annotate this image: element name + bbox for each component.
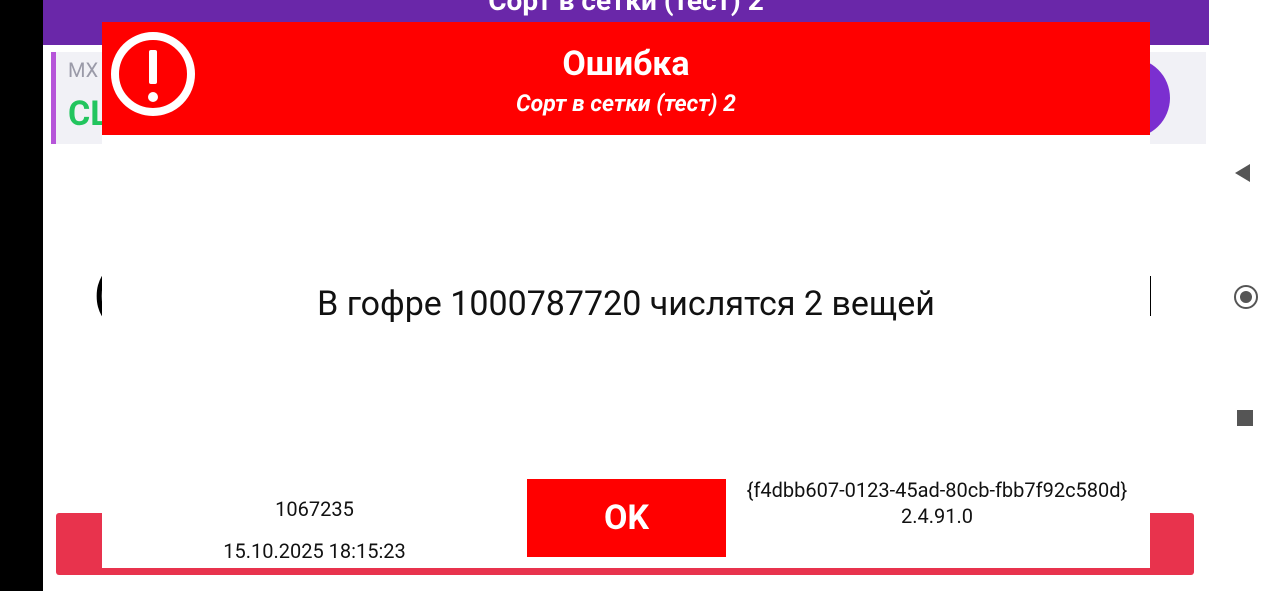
footer-user-id: 1067235: [275, 497, 354, 521]
dialog-subtitle: Сорт в сетки (тест) 2: [516, 90, 736, 117]
home-circle-icon[interactable]: [1234, 285, 1258, 309]
footer-right-info: {f4dbb607-0123-45ad-80cb-fbb7f92c580d} 2…: [742, 478, 1132, 528]
footer-datetime: 15.10.2025 18:15:23: [223, 539, 406, 563]
system-nav-bar: [1209, 0, 1280, 591]
dialog-header: Ошибка Сорт в сетки (тест) 2: [102, 22, 1150, 135]
footer-version: 2.4.91.0: [900, 504, 974, 528]
back-triangle-icon[interactable]: [1235, 164, 1250, 182]
ok-button[interactable]: OK: [527, 479, 726, 557]
dialog-message: В гофре 1000787720 числятся 2 вещей: [317, 284, 935, 324]
left-screen-edge: [0, 0, 43, 591]
error-dialog: Ошибка Сорт в сетки (тест) 2 В гофре 100…: [102, 22, 1150, 568]
footer-guid: {f4dbb607-0123-45ad-80cb-fbb7f92c580d}: [746, 478, 1128, 502]
info-mx-label: МХ: [68, 58, 99, 82]
dialog-title: Ошибка: [562, 44, 690, 84]
app-header-title: Сорт в сетки (тест) 2: [488, 0, 764, 17]
recent-apps-square-icon[interactable]: [1237, 410, 1253, 426]
footer-left-info: 1067235 15.10.2025 18:15:23: [102, 488, 527, 572]
